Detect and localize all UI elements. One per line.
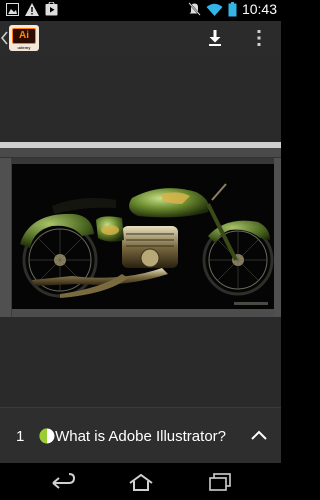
motorcycle-illustration [20,183,274,305]
lesson-number: 1 [16,428,25,445]
mute-icon [188,2,201,16]
home-icon[interactable] [126,471,156,493]
warning-icon [25,2,39,16]
video-frame[interactable] [0,142,281,317]
app-bar: Ai udemy [0,21,281,55]
download-icon[interactable] [205,28,225,48]
clock: 10:43 [241,1,277,17]
app-logo[interactable]: Ai udemy [9,25,39,51]
logo-ai-text: Ai [12,28,36,44]
system-icons: 10:43 [188,1,277,17]
recent-apps-icon[interactable] [205,471,235,493]
status-bar: 10:43 [0,0,281,21]
more-vert-icon[interactable] [253,28,265,48]
video-tools-panel [0,158,11,317]
navigation-bar [0,463,281,500]
video-player[interactable] [0,55,281,407]
play-store-icon [45,2,58,16]
video-statusbar [12,309,274,317]
video-option-bar [0,148,281,158]
lesson-bar[interactable]: 1 What is Adobe Illustrator? [0,407,281,463]
wifi-icon [206,3,223,16]
lesson-title: What is Adobe Illustrator? [55,428,226,445]
logo-sub-text: udemy [17,45,31,50]
chevron-up-icon[interactable] [249,427,269,443]
notification-icons [6,2,58,16]
up-caret-icon[interactable] [1,31,8,45]
image-notification-icon [6,2,19,16]
lesson-title-marquee: What is Adobe Illustrator? [50,422,232,450]
back-icon[interactable] [47,471,77,493]
battery-icon [228,1,237,16]
video-canvas [12,164,274,309]
video-right-panel [274,158,281,317]
